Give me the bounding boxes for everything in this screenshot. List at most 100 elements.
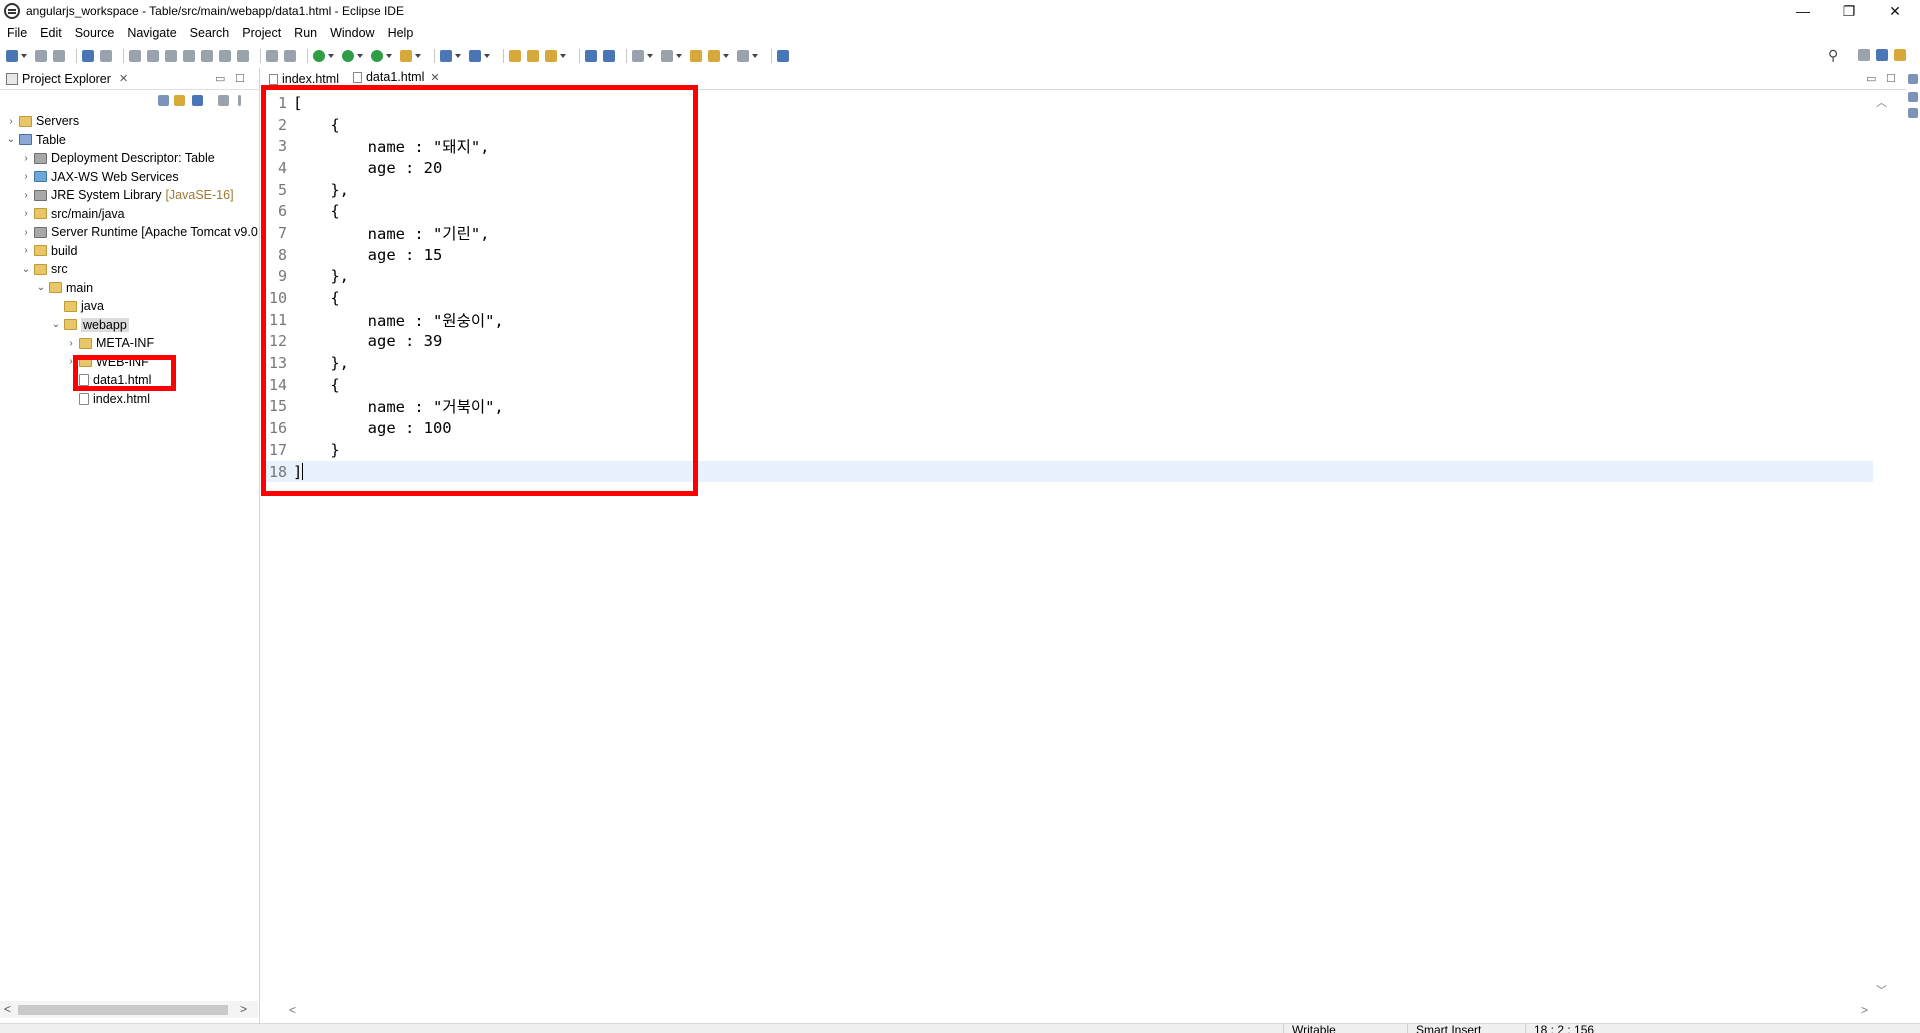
- menu-navigate[interactable]: Navigate: [120, 26, 182, 40]
- new-class-icon[interactable]: [469, 50, 481, 62]
- debug-icon[interactable]: [313, 50, 325, 62]
- editor-horizontal-scrollbar[interactable]: < >: [289, 1003, 1873, 1019]
- chevron-right-icon[interactable]: >: [240, 1002, 247, 1016]
- menu-run[interactable]: Run: [287, 26, 323, 40]
- perspective-java-icon[interactable]: [1894, 49, 1907, 61]
- restore-view-icon[interactable]: [1908, 74, 1918, 84]
- minimize-editor-icon[interactable]: ▭: [1866, 72, 1876, 85]
- step-over-icon[interactable]: [219, 50, 231, 62]
- skip-breakpoints-icon[interactable]: [100, 50, 112, 62]
- tree-item[interactable]: ⌄ src: [0, 260, 258, 279]
- chevron-down-icon[interactable]: [723, 54, 729, 58]
- chevron-right-icon[interactable]: ›: [6, 116, 16, 127]
- open-task-icon[interactable]: [527, 50, 539, 62]
- tree-item[interactable]: › Servers: [0, 112, 258, 131]
- chevron-down-icon[interactable]: ﹀: [1876, 982, 1887, 998]
- menu-window[interactable]: Window: [323, 26, 380, 40]
- chevron-right-icon[interactable]: ›: [21, 227, 31, 238]
- open-type-icon[interactable]: [509, 50, 521, 62]
- forward-icon[interactable]: [737, 50, 749, 62]
- chevron-right-icon[interactable]: ›: [66, 338, 76, 349]
- next-annotation-icon[interactable]: [632, 50, 644, 62]
- menu-source[interactable]: Source: [68, 26, 121, 40]
- new-server-icon[interactable]: [440, 50, 452, 62]
- chevron-down-icon[interactable]: [415, 54, 421, 58]
- close-icon[interactable]: ✕: [430, 71, 439, 84]
- restore-button[interactable]: ❐: [1826, 0, 1872, 22]
- previous-annotation-icon[interactable]: [661, 50, 673, 62]
- chevron-right-icon[interactable]: ›: [21, 171, 31, 182]
- back-icon[interactable]: [708, 50, 720, 62]
- step-into-icon[interactable]: [201, 50, 213, 62]
- chevron-right-icon[interactable]: ›: [21, 190, 31, 201]
- toggle-icon[interactable]: [266, 50, 278, 62]
- tree-item[interactable]: ⌄ webapp: [0, 316, 258, 335]
- annotation-icon[interactable]: [603, 50, 615, 62]
- menu-file[interactable]: File: [0, 26, 33, 40]
- external-tools-icon[interactable]: [400, 50, 412, 62]
- step-return-icon[interactable]: [237, 50, 249, 62]
- last-edit-icon[interactable]: [690, 50, 702, 62]
- chevron-down-icon[interactable]: [752, 54, 758, 58]
- search-tool-icon[interactable]: [545, 50, 557, 62]
- outline-icon[interactable]: [1908, 92, 1918, 102]
- resume-icon[interactable]: [129, 50, 141, 62]
- chevron-down-icon[interactable]: [484, 54, 490, 58]
- browser-icon[interactable]: [585, 50, 597, 62]
- chevron-right-icon[interactable]: ›: [21, 245, 31, 256]
- tree-item[interactable]: ⌄ main: [0, 279, 258, 298]
- minimize-view-icon[interactable]: ▭: [215, 72, 225, 85]
- menu-help[interactable]: Help: [381, 26, 420, 40]
- maximize-editor-icon[interactable]: ☐: [1886, 72, 1896, 85]
- search-icon[interactable]: ⚲: [1828, 47, 1838, 64]
- tree-item[interactable]: › Deployment Descriptor: Table: [0, 149, 258, 168]
- save-all-icon[interactable]: [53, 50, 65, 62]
- chevron-down-icon[interactable]: ⌄: [21, 264, 31, 275]
- tree-item[interactable]: › JRE System Library [JavaSE-16]: [0, 186, 258, 205]
- chevron-down-icon[interactable]: [676, 54, 682, 58]
- chevron-down-icon[interactable]: [455, 54, 461, 58]
- menu-project[interactable]: Project: [235, 26, 287, 40]
- coverage-icon[interactable]: [371, 50, 383, 62]
- maximize-view-icon[interactable]: ☐: [235, 72, 245, 85]
- chevron-right-icon[interactable]: >: [1861, 1003, 1868, 1017]
- tree-item[interactable]: › JAX-WS Web Services: [0, 168, 258, 187]
- menu-edit[interactable]: Edit: [33, 26, 68, 40]
- chevron-down-icon[interactable]: [647, 54, 653, 58]
- chevron-left-icon[interactable]: <: [289, 1003, 296, 1017]
- chevron-up-icon[interactable]: ︿: [1876, 94, 1887, 110]
- chevron-down-icon[interactable]: [21, 54, 27, 58]
- scrollbar-thumb[interactable]: [18, 1005, 228, 1015]
- view-menu-icon[interactable]: [238, 95, 241, 106]
- pin-editor-icon[interactable]: [777, 50, 789, 62]
- close-button[interactable]: ✕: [1872, 0, 1918, 22]
- run-icon[interactable]: [342, 50, 354, 62]
- chevron-down-icon[interactable]: ⌄: [6, 134, 16, 145]
- perspective-jee-icon[interactable]: [1876, 49, 1889, 61]
- filter-icon[interactable]: [192, 95, 203, 106]
- close-icon[interactable]: ✕: [119, 72, 128, 85]
- tree-item[interactable]: › src/main/java: [0, 205, 258, 224]
- menu-search[interactable]: Search: [183, 26, 236, 40]
- suspend-icon[interactable]: [147, 50, 159, 62]
- chevron-right-icon[interactable]: ›: [21, 153, 31, 164]
- chevron-down-icon[interactable]: [386, 54, 392, 58]
- terminal-icon[interactable]: [82, 50, 94, 62]
- minimize-button[interactable]: —: [1780, 0, 1826, 22]
- chevron-down-icon[interactable]: [328, 54, 334, 58]
- chevron-down-icon[interactable]: [560, 54, 566, 58]
- terminate-icon[interactable]: [165, 50, 177, 62]
- disconnect-icon[interactable]: [183, 50, 195, 62]
- open-perspective-icon[interactable]: [1858, 49, 1871, 61]
- tree-item[interactable]: › META-INF: [0, 334, 258, 353]
- vertical-scrollbar[interactable]: ︿ ﹀: [1873, 92, 1890, 1002]
- chevron-left-icon[interactable]: <: [4, 1002, 11, 1016]
- tab-project-explorer[interactable]: Project Explorer ✕: [6, 72, 128, 86]
- tree-item[interactable]: java: [0, 297, 258, 316]
- task-list-icon[interactable]: [1908, 108, 1918, 118]
- link-editor-icon[interactable]: [174, 95, 185, 106]
- new-icon[interactable]: [6, 50, 18, 62]
- chevron-down-icon[interactable]: [357, 54, 363, 58]
- collapse-all-icon[interactable]: [158, 95, 169, 106]
- horizontal-scrollbar[interactable]: < >: [0, 1001, 258, 1018]
